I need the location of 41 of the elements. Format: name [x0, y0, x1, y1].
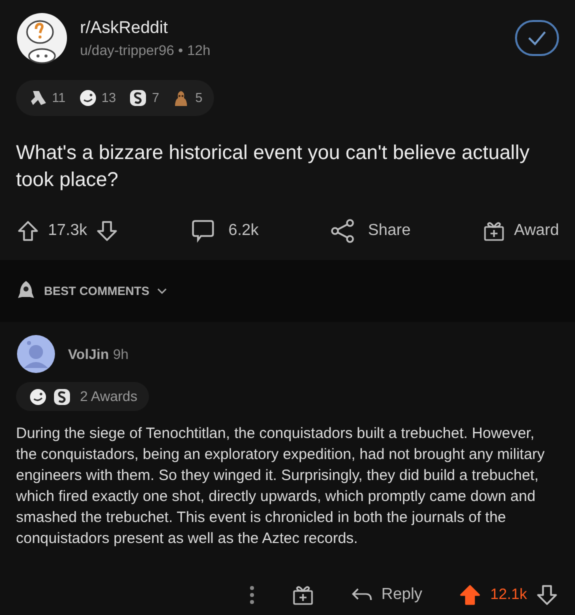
post-age: 12h	[187, 41, 210, 60]
ribbon-award-icon	[28, 88, 48, 108]
downvote-icon[interactable]	[95, 219, 120, 243]
joined-button[interactable]	[515, 20, 559, 56]
checkmark-icon	[527, 30, 547, 46]
award-count: 7	[152, 89, 160, 108]
vote-count: 17.3k	[48, 221, 88, 241]
comment-body: During the siege of Tenochtitlan, the conquistadors built a trebuchet. However, the conquistadors, being an exploratory expedition, had not brought any military engineers with them. So they winged it. Surprisingly, they did build a trebuchet, which fired exactly one shot, directly upwards, which promptly came down and smashed the trebuchet. This event is chronicled in both the journals of the conquistadors present as well as the Aztec records.	[16, 424, 546, 549]
subreddit-name[interactable]: r/AskReddit	[80, 14, 503, 40]
sort-dropdown[interactable]: BEST COMMENTS	[44, 282, 168, 300]
award-button[interactable]: Award	[482, 219, 559, 243]
upvote-icon[interactable]	[16, 219, 40, 243]
chevron-down-icon	[157, 288, 168, 294]
comment-icon[interactable]	[190, 218, 216, 244]
award-count: 5	[195, 89, 202, 108]
smiley-award-icon	[78, 88, 98, 108]
comment-awards-bar[interactable]: 2 Awards	[16, 382, 150, 411]
smiley-award-icon	[28, 386, 48, 406]
comment-vote-count: 12.1k	[490, 584, 527, 605]
subreddit-avatar-icon	[16, 12, 68, 64]
comment-count: 6.2k	[228, 221, 259, 241]
gift-icon[interactable]	[482, 219, 506, 243]
award-count: 11	[52, 89, 66, 108]
award-count: 13	[102, 89, 116, 108]
awards-label: 2 Awards	[80, 387, 138, 406]
comment-age: 9h	[112, 344, 129, 364]
coin-award-icon	[128, 88, 148, 108]
upvote-icon[interactable]	[458, 583, 482, 607]
post-author[interactable]: u/day-tripper96	[80, 40, 174, 62]
separator-dot: •	[178, 41, 184, 60]
share-button[interactable]: Share	[330, 218, 411, 244]
gift-icon[interactable]	[291, 583, 316, 607]
awards-bar[interactable]: 11 13 7 5	[16, 80, 214, 116]
coin-award-icon	[52, 386, 72, 406]
post-title: What's a bizzare historical event you can't believe actually took place?	[16, 141, 530, 193]
reply-button[interactable]: Reply	[351, 583, 422, 607]
user-avatar-icon	[16, 334, 56, 374]
more-options-icon[interactable]	[249, 585, 256, 605]
downvote-icon[interactable]	[535, 583, 559, 607]
share-icon	[330, 218, 356, 244]
comment-author[interactable]: VolJin	[68, 344, 109, 364]
